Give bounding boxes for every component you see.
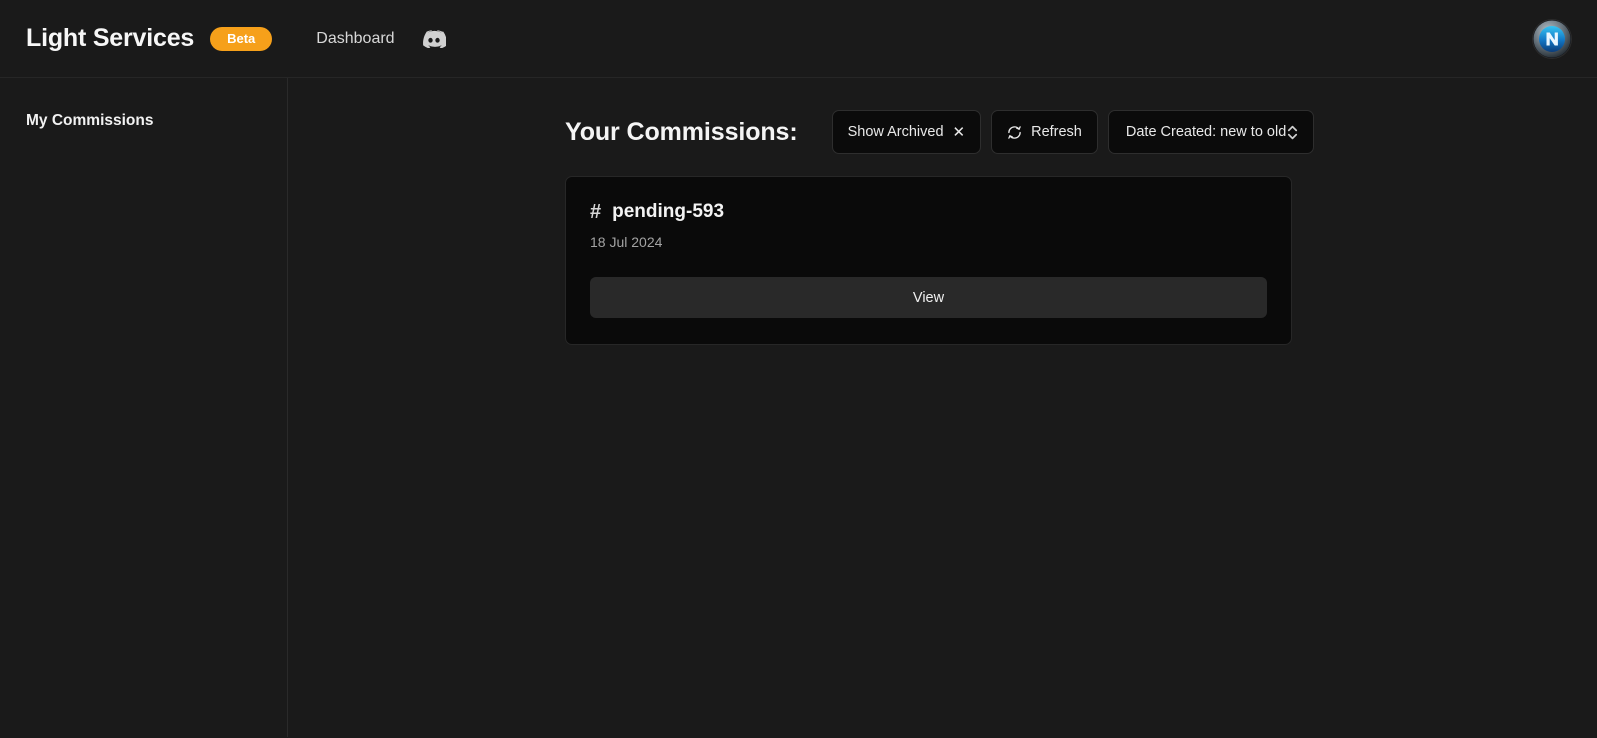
primary-nav: Dashboard: [316, 26, 446, 52]
commission-name: pending-593: [612, 201, 725, 222]
sort-select-value: Date Created: new to old: [1125, 124, 1287, 140]
discord-icon: [422, 29, 446, 48]
nav-link-dashboard[interactable]: Dashboard: [316, 30, 394, 48]
show-archived-label: Show Archived: [847, 124, 944, 140]
commission-card[interactable]: # pending-593 18 Jul 2024 View: [565, 176, 1292, 345]
close-icon[interactable]: ✕: [953, 125, 966, 140]
app-body: My Commissions Your Commissions: Show Ar…: [0, 78, 1597, 737]
refresh-icon: [1007, 125, 1022, 140]
sidebar: My Commissions: [0, 78, 288, 737]
commissions-panel: Your Commissions: Show Archived ✕ Refres…: [565, 110, 1315, 345]
brand-title: Light Services: [26, 24, 195, 52]
commission-title-row: # pending-593: [590, 201, 1267, 223]
show-archived-button[interactable]: Show Archived ✕: [831, 110, 982, 154]
chevron-up-down-icon: [1286, 124, 1299, 141]
commission-date: 18 Jul 2024: [590, 234, 663, 250]
nav-link-discord[interactable]: [421, 26, 447, 52]
avatar[interactable]: [1533, 19, 1571, 58]
sidebar-item-my-commissions[interactable]: My Commissions: [26, 112, 261, 130]
beta-badge: Beta: [210, 26, 273, 51]
sort-select[interactable]: Date Created: new to old: [1107, 110, 1315, 154]
page-title: Your Commissions:: [565, 117, 798, 146]
main-content: Your Commissions: Show Archived ✕ Refres…: [288, 78, 1597, 737]
commissions-toolbar: Your Commissions: Show Archived ✕ Refres…: [565, 110, 1315, 154]
view-button[interactable]: View: [590, 277, 1267, 318]
refresh-button[interactable]: Refresh: [991, 110, 1098, 154]
app-header: Light Services Beta Dashboard: [0, 0, 1597, 78]
refresh-label: Refresh: [1031, 124, 1082, 140]
hash-icon: #: [590, 201, 602, 223]
